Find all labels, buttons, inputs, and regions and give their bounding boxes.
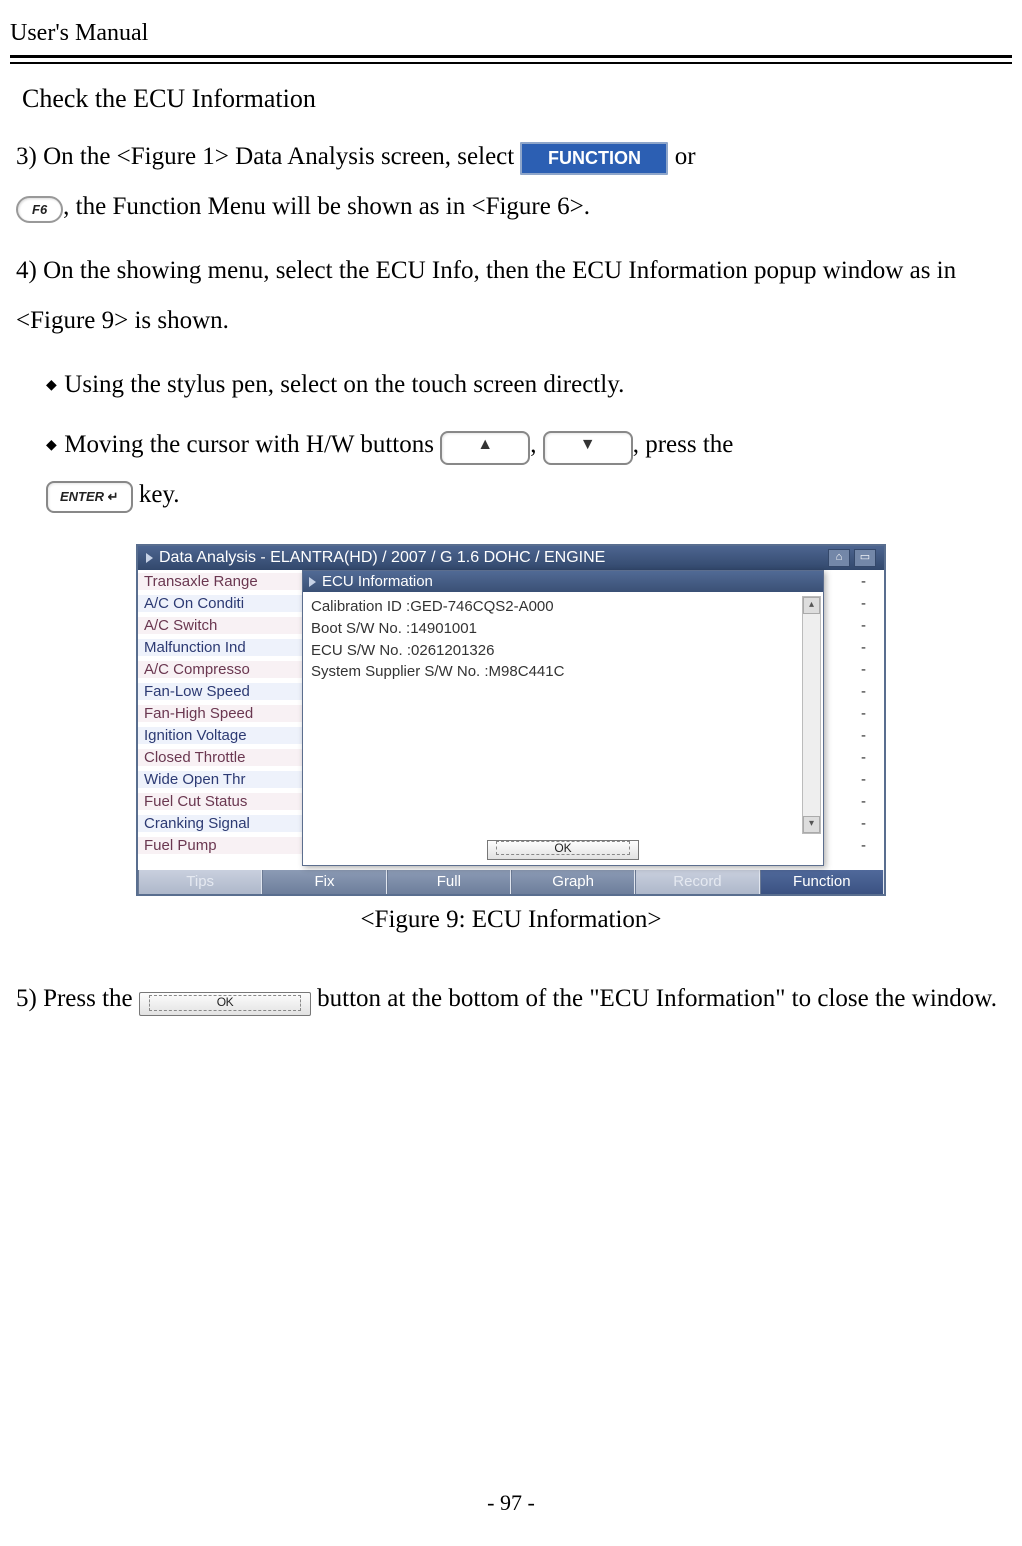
param-label: Closed Throttle (138, 749, 308, 766)
page-number: - 97 - (0, 1490, 1022, 1516)
section-title: Check the ECU Information (22, 84, 1006, 114)
ecu-info-line: Boot S/W No. :14901001 (311, 618, 815, 640)
f6-button[interactable]: F6 (16, 196, 63, 223)
window-titlebar: Data Analysis - ELANTRA(HD) / 2007 / G 1… (138, 546, 884, 570)
bullet2-pre: Moving the cursor with H/W buttons (64, 431, 440, 458)
footer-btn-function[interactable]: Function (760, 870, 884, 894)
figure-caption: <Figure 9: ECU Information> (16, 906, 1006, 934)
param-label: Ignition Voltage (138, 727, 308, 744)
step-3: 3) On the <Figure 1> Data Analysis scree… (16, 132, 1006, 232)
param-label: Fan-High Speed (138, 705, 308, 722)
step5-post: button at the bottom of the "ECU Informa… (317, 985, 997, 1012)
footer-btn-fix[interactable]: Fix (262, 870, 386, 894)
window-title: Data Analysis - ELANTRA(HD) / 2007 / G 1… (159, 549, 605, 566)
step5-pre: 5) Press the (16, 985, 139, 1012)
param-label: A/C Compresso (138, 661, 308, 678)
close-icon[interactable]: ▭ (854, 549, 876, 567)
param-label: Wide Open Thr (138, 771, 308, 788)
param-label: Fuel Cut Status (138, 793, 308, 810)
ecu-info-line: System Supplier S/W No. :M98C441C (311, 661, 815, 683)
footer-btn-tips[interactable]: Tips (138, 870, 262, 894)
figure-9: Data Analysis - ELANTRA(HD) / 2007 / G 1… (136, 544, 886, 896)
step3-text-pre: 3) On the <Figure 1> Data Analysis scree… (16, 143, 520, 170)
header-title: User's Manual (10, 20, 148, 46)
arrow-down-button[interactable]: ▼ (543, 431, 633, 465)
bullet2-mid: , (530, 431, 543, 458)
ok-button[interactable]: OK (139, 992, 311, 1016)
bullet2-key: key. (133, 481, 180, 508)
popup-title-text: ECU Information (322, 573, 433, 590)
page-header: User's Manual (10, 20, 1012, 53)
bullet1-text: Using the stylus pen, select on the touc… (64, 371, 624, 398)
popup-scrollbar[interactable]: ▴ ▾ (802, 596, 821, 834)
home-icon[interactable]: ⌂ (828, 549, 850, 567)
arrow-up-button[interactable]: ▲ (440, 431, 530, 465)
bullet2-post: , press the (633, 431, 734, 458)
scroll-down-icon[interactable]: ▾ (803, 816, 820, 833)
footer-btn-record[interactable]: Record (635, 870, 759, 894)
ecu-info-line: Calibration ID :GED-746CQS2-A000 (311, 596, 815, 618)
param-label: Fuel Pump (138, 837, 308, 854)
function-button[interactable]: FUNCTION (520, 142, 668, 175)
step3-line2-post: , the Function Menu will be shown as in … (63, 193, 590, 220)
param-label: Malfunction Ind (138, 639, 308, 656)
bullet-2: Moving the cursor with H/W buttons ▲, ▼,… (46, 420, 1006, 520)
ecu-info-popup: ECU Information Calibration ID :GED-746C… (302, 570, 824, 866)
step3-text-or: or (675, 143, 696, 170)
param-label: A/C On Conditi (138, 595, 308, 612)
step-5: 5) Press the OK button at the bottom of … (16, 974, 1006, 1024)
param-label: Fan-Low Speed (138, 683, 308, 700)
param-label: A/C Switch (138, 617, 308, 634)
ecu-info-line: ECU S/W No. :0261201326 (311, 640, 815, 662)
step-4: 4) On the showing menu, select the ECU I… (16, 246, 1006, 346)
triangle-icon (309, 577, 316, 587)
triangle-icon (146, 553, 153, 563)
bullet-1: Using the stylus pen, select on the touc… (46, 360, 1006, 410)
window-footer-bar: Tips Fix Full Graph Record Function (138, 870, 884, 894)
scroll-up-icon[interactable]: ▴ (803, 597, 820, 614)
footer-btn-full[interactable]: Full (387, 870, 511, 894)
popup-ok-button[interactable]: OK (487, 840, 639, 860)
enter-button[interactable]: ENTER (46, 481, 133, 513)
param-label: Transaxle Range (138, 573, 308, 590)
header-separator (10, 55, 1012, 64)
footer-btn-graph[interactable]: Graph (511, 870, 635, 894)
param-label: Cranking Signal (138, 815, 308, 832)
